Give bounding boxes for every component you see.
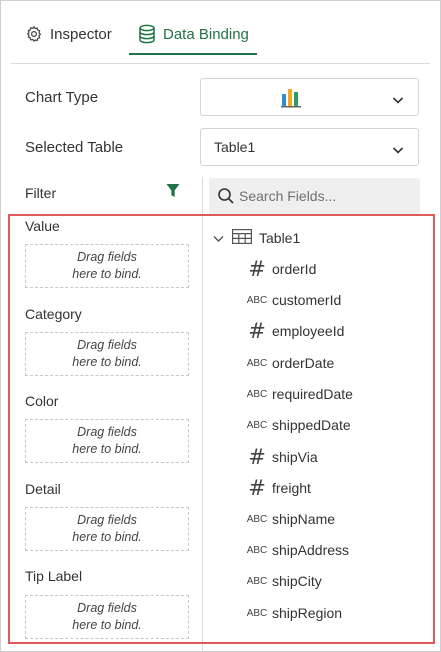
field-name: orderId (272, 261, 317, 277)
tab-data-binding-label: Data Binding (163, 25, 249, 43)
category-zone-label: Category (25, 306, 82, 322)
selected-table-select[interactable]: Table1 (200, 128, 419, 166)
text-type-icon: ABC (246, 419, 268, 431)
field-name: employeeId (272, 323, 345, 339)
selected-table-label: Selected Table (25, 139, 124, 156)
chevron-down-icon[interactable] (213, 230, 224, 246)
field-item-shipcity[interactable]: ABC shipCity (245, 570, 322, 592)
data-binding-panel: Inspector Data Binding Chart Type Select… (0, 0, 441, 652)
filter-icon[interactable] (166, 183, 180, 204)
text-type-icon: ABC (246, 357, 268, 369)
tab-bar: Inspector Data Binding (1, 1, 440, 57)
field-item-orderdate[interactable]: ABC orderDate (245, 352, 335, 374)
field-name: shipVia (272, 449, 318, 465)
field-name: shipCity (272, 573, 322, 589)
field-name: orderDate (272, 355, 335, 371)
selected-table-value: Table1 (214, 139, 256, 155)
database-icon (138, 24, 156, 44)
field-item-shipname[interactable]: ABC shipName (245, 508, 335, 530)
table-icon (232, 229, 252, 247)
chevron-down-icon (392, 92, 404, 110)
number-type-icon: # (248, 257, 266, 281)
tab-data-binding[interactable]: Data Binding (138, 21, 249, 47)
number-type-icon: # (248, 319, 266, 343)
chevron-down-icon (392, 142, 404, 160)
text-type-icon: ABC (246, 544, 268, 556)
color-zone-label: Color (25, 393, 59, 409)
field-item-shipaddress[interactable]: ABC shipAddress (245, 539, 349, 561)
number-type-icon: # (248, 445, 266, 469)
active-tab-indicator (129, 53, 257, 55)
field-item-employeeid[interactable]: # employeeId (245, 320, 344, 342)
text-type-icon: ABC (246, 575, 268, 587)
text-type-icon: ABC (246, 294, 268, 306)
text-type-icon: ABC (246, 513, 268, 525)
field-name: freight (272, 480, 311, 496)
tree-table-node[interactable]: Table1 (213, 228, 300, 248)
number-type-icon: # (248, 476, 266, 500)
text-type-icon: ABC (246, 388, 268, 400)
tab-inspector[interactable]: Inspector (25, 21, 112, 47)
tip-label-drop-zone[interactable]: Drag fields here to bind. (25, 595, 189, 639)
field-name: shipAddress (272, 542, 350, 558)
filter-label: Filter (25, 185, 57, 201)
detail-drop-zone[interactable]: Drag fields here to bind. (25, 507, 189, 551)
field-name: customerId (272, 292, 342, 308)
field-name: shippedDate (272, 417, 351, 433)
search-fields-input[interactable] (239, 178, 415, 214)
color-drop-zone[interactable]: Drag fields here to bind. (25, 419, 189, 463)
chart-type-label: Chart Type (25, 89, 99, 106)
value-zone-label: Value (25, 218, 60, 234)
drop-zone-hint: Drag fields here to bind. (72, 338, 142, 369)
detail-zone-label: Detail (25, 481, 61, 497)
drop-zone-hint: Drag fields here to bind. (72, 425, 142, 456)
search-box (209, 178, 420, 214)
bar-chart-icon (280, 87, 304, 114)
value-drop-zone[interactable]: Drag fields here to bind. (25, 244, 189, 288)
tree-table-name: Table1 (259, 230, 301, 246)
tab-inspector-label: Inspector (50, 25, 112, 43)
field-item-shipvia[interactable]: # shipVia (245, 445, 318, 469)
chart-type-select[interactable] (200, 78, 419, 116)
drop-zone-hint: Drag fields here to bind. (72, 601, 142, 632)
field-item-orderid[interactable]: # orderId (245, 258, 316, 280)
drop-zone-hint: Drag fields here to bind. (72, 250, 142, 281)
field-item-requireddate[interactable]: ABC requiredDate (245, 383, 353, 405)
field-name: requiredDate (272, 386, 353, 402)
drop-zone-hint: Drag fields here to bind. (72, 513, 142, 544)
field-item-shipregion[interactable]: ABC shipRegion (245, 602, 342, 624)
gear-icon (25, 25, 43, 43)
field-item-freight[interactable]: # freight (245, 477, 311, 499)
tip-label-zone-label: Tip Label (25, 568, 83, 584)
category-drop-zone[interactable]: Drag fields here to bind. (25, 332, 189, 376)
field-name: shipName (272, 511, 336, 527)
text-type-icon: ABC (246, 607, 268, 619)
field-item-customerid[interactable]: ABC customerId (245, 289, 342, 311)
field-name: shipRegion (272, 605, 343, 621)
divider (11, 63, 430, 64)
field-item-shippeddate[interactable]: ABC shippedDate (245, 414, 351, 436)
column-divider (202, 177, 203, 652)
